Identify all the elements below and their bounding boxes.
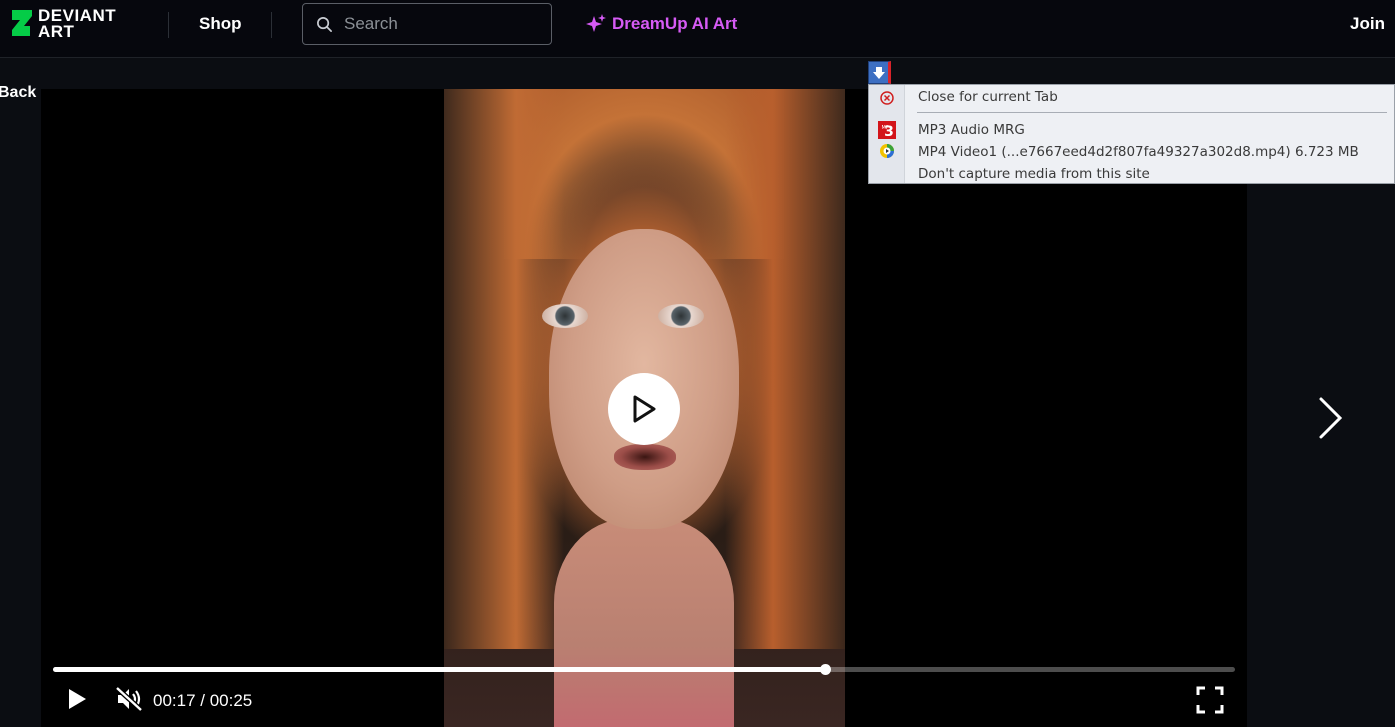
join-button[interactable]: Join — [1350, 14, 1385, 34]
progress-handle[interactable] — [820, 664, 831, 675]
mp3-icon: 3 MP — [878, 121, 896, 139]
dont-capture-item[interactable]: Don't capture media from this site — [918, 166, 1150, 182]
mp3-audio-item[interactable]: MP3 Audio MRG — [918, 122, 1025, 138]
big-play-button[interactable] — [608, 373, 680, 445]
dreamup-link[interactable]: DreamUp AI Art — [585, 13, 737, 35]
close-circle-icon — [880, 91, 894, 105]
deviantart-logo[interactable]: DEVIANT ART — [10, 7, 116, 41]
mp4-video-icon — [880, 144, 894, 158]
download-menu: Close for current Tab 3 MP MP3 Audio MRG… — [868, 84, 1395, 184]
muted-speaker-icon[interactable] — [115, 686, 143, 712]
fullscreen-icon[interactable] — [1196, 686, 1224, 714]
deviantart-logo-icon — [12, 10, 32, 36]
play-icon[interactable] — [66, 687, 88, 711]
play-icon — [633, 395, 656, 423]
divider — [271, 12, 272, 38]
time-display: 00:17 / 00:25 — [153, 691, 253, 710]
menu-divider — [917, 112, 1387, 113]
sparkle-icon — [586, 14, 606, 32]
svg-text:MP: MP — [882, 125, 889, 131]
next-arrow-icon[interactable] — [1315, 396, 1345, 440]
download-arrow-icon — [872, 66, 885, 79]
divider — [168, 12, 169, 38]
progress-bar[interactable] — [53, 664, 1235, 675]
search-box[interactable] — [302, 3, 552, 45]
progress-fill — [53, 667, 825, 672]
download-helper-button[interactable] — [868, 61, 891, 84]
shop-link[interactable]: Shop — [199, 14, 242, 34]
back-button[interactable]: Back — [0, 84, 36, 102]
dreamup-label: DreamUp AI Art — [612, 14, 738, 33]
top-navbar: DEVIANT ART Shop DreamUp AI Art Join — [0, 0, 1395, 58]
search-input[interactable] — [344, 14, 534, 34]
search-icon — [317, 16, 332, 32]
video-player[interactable]: 00:17 / 00:25 — [41, 89, 1247, 727]
logo-text-line2: ART — [38, 22, 75, 41]
close-for-tab-item[interactable]: Close for current Tab — [918, 89, 1058, 105]
mp4-video-item[interactable]: MP4 Video1 (...e7667eed4d2f807fa49327a30… — [918, 144, 1359, 160]
